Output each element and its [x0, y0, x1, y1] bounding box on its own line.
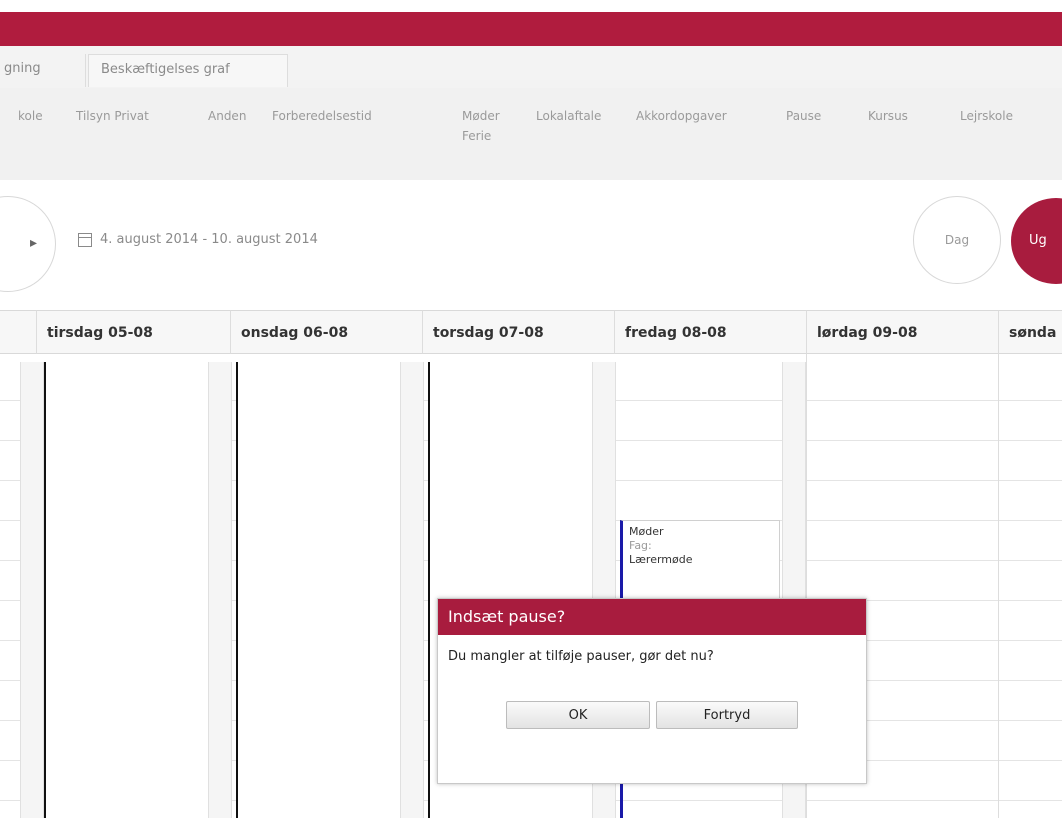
tuesday-column[interactable]	[44, 362, 210, 818]
calendar-event-moeder[interactable]: Møder Fag: Lærermøde	[620, 520, 780, 600]
legend-item-kole[interactable]: kole	[18, 106, 43, 126]
day-column-scrollbar[interactable]	[20, 362, 44, 818]
legend-item-moeder[interactable]: Møder	[462, 106, 500, 126]
day-header-friday[interactable]: fredag 08-08	[614, 310, 806, 354]
tab-employment-graph[interactable]: Beskæftigelses graf	[88, 54, 288, 87]
calendar-icon	[78, 232, 92, 247]
dialog-title: Indsæt pause?	[438, 599, 866, 635]
legend-item-kursus[interactable]: Kursus	[868, 106, 908, 126]
day-header-thursday[interactable]: torsdag 07-08	[422, 310, 614, 354]
legend-item-forberedelsestid[interactable]: Forberedelsestid	[272, 106, 372, 126]
dialog-message: Du mangler at tilføje pauser, gør det nu…	[448, 649, 714, 664]
legend-item-akkordopgaver[interactable]: Akkordopgaver	[636, 106, 727, 126]
day-header-monday	[0, 310, 36, 354]
day-header-tuesday[interactable]: tirsdag 05-08	[36, 310, 230, 354]
legend-item-lokalaftale[interactable]: Lokalaftale	[536, 106, 601, 126]
legend-item-ferie[interactable]: Ferie	[462, 126, 491, 146]
cancel-button[interactable]: Fortryd	[656, 701, 798, 729]
tab-bar: gning Beskæftigelses graf	[0, 46, 1062, 89]
day-header-wednesday[interactable]: onsdag 06-08	[230, 310, 422, 354]
legend-item-anden[interactable]: Anden	[208, 106, 246, 126]
insert-pause-dialog: Indsæt pause? Du mangler at tilføje paus…	[437, 598, 867, 784]
ok-button[interactable]: OK	[506, 701, 650, 729]
event-subject-label: Fag:	[629, 539, 652, 552]
view-day-button[interactable]: Dag	[913, 196, 1001, 284]
day-header-sunday[interactable]: sønda	[998, 310, 1062, 354]
date-range-label: 4. august 2014 - 10. august 2014	[100, 232, 318, 247]
legend-item-tilsyn-privat[interactable]: Tilsyn Privat	[76, 106, 149, 126]
top-white-strip	[0, 0, 1062, 12]
day-header-saturday[interactable]: lørdag 09-08	[806, 310, 998, 354]
wednesday-column[interactable]	[236, 362, 402, 818]
sunday-column[interactable]	[998, 354, 999, 818]
tab-planning[interactable]: gning	[0, 54, 86, 87]
date-range-picker[interactable]: 4. august 2014 - 10. august 2014	[78, 232, 318, 247]
day-column-scrollbar[interactable]	[400, 362, 424, 818]
chevron-right-icon: ▸	[29, 235, 37, 251]
brand-header-bar	[0, 12, 1062, 46]
event-title: Møder	[629, 525, 664, 538]
legend-item-lejrskole[interactable]: Lejrskole	[960, 106, 1013, 126]
day-column-scrollbar[interactable]	[208, 362, 232, 818]
event-subject-value: Lærermøde	[629, 553, 693, 566]
legend-item-pause[interactable]: Pause	[786, 106, 821, 126]
activity-legend: kole Tilsyn Privat Anden Forberedelsesti…	[0, 88, 1062, 181]
